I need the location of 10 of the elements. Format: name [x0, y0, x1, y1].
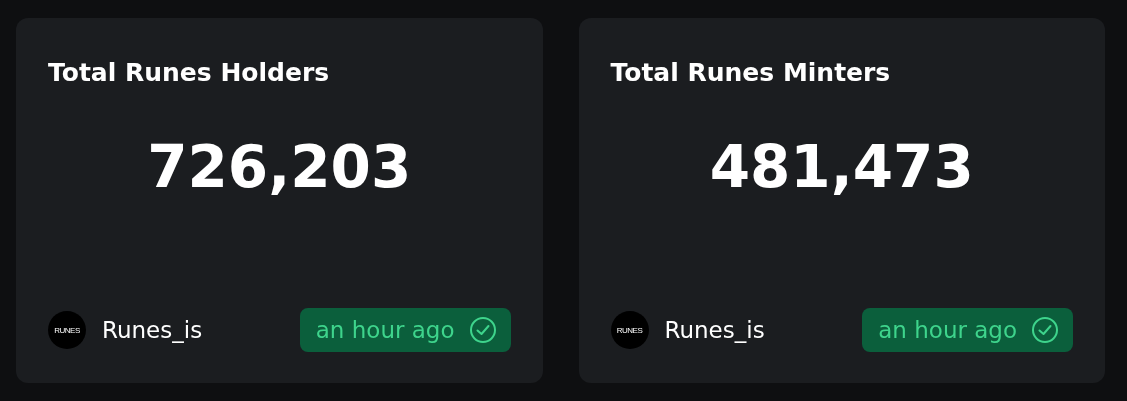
updated-time: an hour ago: [878, 317, 1017, 343]
source-logo: RUNES: [610, 311, 649, 349]
card-title: Total Runes Minters: [610, 57, 892, 89]
source-logo: RUNES: [48, 311, 86, 349]
updated-time: an hour ago: [315, 317, 455, 343]
card-title: Total Runes Holders: [48, 57, 331, 89]
stat-value: 481,473: [708, 132, 975, 202]
stat-value: 726,203: [146, 132, 413, 202]
source-name: Runes_is: [102, 317, 203, 343]
source-name: Runes_is: [664, 317, 765, 343]
